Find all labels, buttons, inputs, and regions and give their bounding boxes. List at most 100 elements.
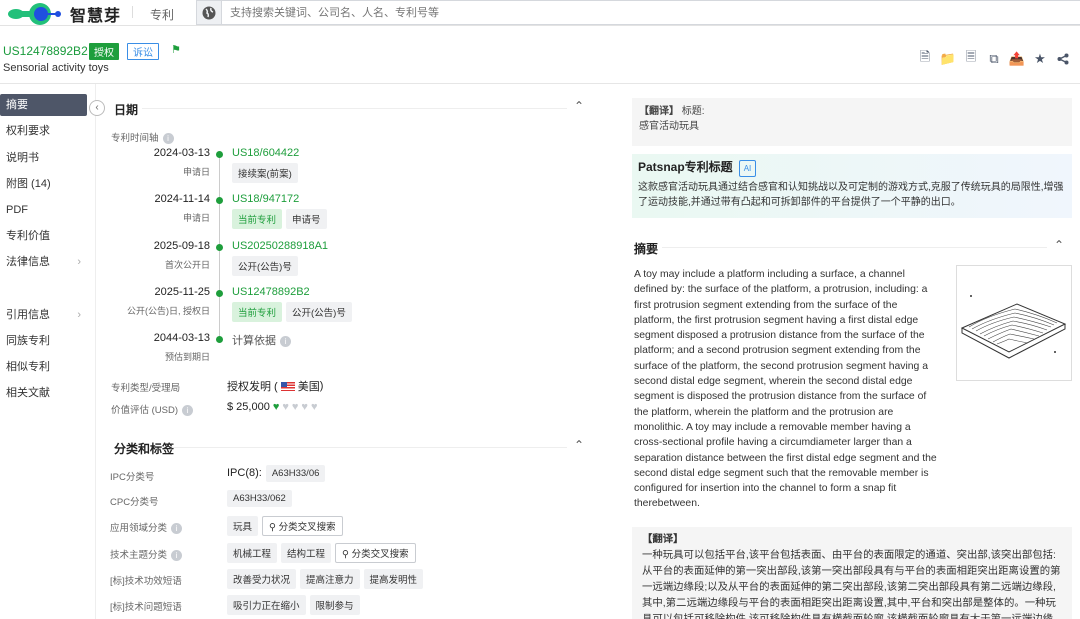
ipc-tag[interactable]: A63H33/06	[265, 465, 326, 482]
tag[interactable]: 吸引力正在缩小	[227, 595, 306, 615]
sidebar-item-related[interactable]: 相关文献	[0, 382, 87, 404]
sidebar-item-label: 说明书	[6, 152, 39, 164]
sidebar-item-legal[interactable]: 法律信息 ›	[0, 251, 87, 273]
tag[interactable]: 提高注意力	[300, 569, 360, 589]
timeline-dot	[216, 290, 223, 297]
sidebar-item-citations[interactable]: 引用信息 ›	[0, 304, 87, 326]
sidebar-item-abstract[interactable]: 摘要	[0, 94, 87, 116]
timeline-tags: 当前专利 申请号	[232, 209, 331, 229]
timeline-number[interactable]: US18/604422	[232, 147, 299, 159]
ai-title-heading: Patsnap专利标题	[638, 160, 733, 175]
ipc-prefix: IPC(8):	[227, 467, 262, 479]
section-title-dates: 日期	[114, 103, 139, 117]
cpc-tag[interactable]: A63H33/062	[227, 490, 292, 507]
timeline-tags: 接续案(前案)	[232, 163, 302, 183]
value-label-text: 价值评估 (USD)	[111, 405, 179, 416]
application-field-row: 应用领域分类 i 玩具 ⚲ 分类交叉搜索	[110, 516, 590, 536]
sidebar-item-claims[interactable]: 权利要求	[0, 120, 87, 142]
sidebar-item-similar[interactable]: 相似专利	[0, 356, 87, 378]
flag-icon[interactable]: ⚑	[171, 43, 181, 56]
calc-basis[interactable]: 计算依据 i	[232, 332, 291, 348]
cpc-row: CPC分类号 A63H33/062	[110, 490, 590, 510]
patent-type-text: 授权发明 (	[227, 381, 278, 393]
globe-icon[interactable]	[196, 0, 222, 25]
sidebar-item-label: PDF	[6, 204, 28, 216]
timeline-number[interactable]: US12478892B2	[232, 286, 310, 298]
row-label: IPC分类号	[110, 472, 155, 483]
timeline-date: 2025-09-18	[153, 240, 210, 252]
timeline-date: 2024-03-13	[153, 147, 210, 159]
value-rating: ♥ ♥ ♥ ♥ ♥	[270, 401, 318, 413]
chevron-right-icon: ›	[77, 256, 81, 268]
sidebar-item-value[interactable]: 专利价值	[0, 225, 87, 247]
timeline-label: 专利时间轴 i	[111, 130, 174, 144]
copy-icon[interactable]: ⧉	[987, 51, 1001, 66]
sidebar-item-pdf[interactable]: PDF	[0, 199, 87, 221]
section-title-abstract: 摘要	[634, 242, 659, 256]
tag[interactable]: 改善受力状况	[227, 569, 297, 589]
patent-number[interactable]: US12478892B2	[3, 44, 88, 58]
brand-logo[interactable]: 智慧芽	[8, 2, 121, 26]
abstract-translation: 【翻译】 一种玩具可以包括平台,该平台包括表面、由平台的表面限定的通道、突出部,…	[632, 527, 1072, 619]
info-icon[interactable]: i	[280, 335, 291, 347]
info-icon[interactable]: i	[171, 549, 183, 561]
share-folder-icon[interactable]: 📤	[1009, 51, 1025, 66]
star-icon[interactable]: ★	[1033, 51, 1047, 66]
ai-title-text: 这款感官活动玩具通过结合感官和认知挑战以及可定制的游戏方式,克服了传统玩具的局限…	[638, 182, 1064, 208]
sidebar-item-label: 权利要求	[6, 125, 50, 137]
us-flag-icon	[280, 381, 295, 391]
rating-heart-icon: ♥	[301, 401, 308, 413]
timeline-dot	[216, 336, 223, 343]
search-input[interactable]	[222, 0, 1080, 25]
search-icon: ⚲	[269, 522, 279, 533]
timeline-date: 2044-03-13	[153, 332, 210, 344]
sidebar-item-label: 同族专利	[6, 335, 50, 347]
timeline-date: 2025-11-25	[154, 286, 210, 298]
calc-basis-text: 计算依据	[232, 335, 276, 347]
share-icon[interactable]	[1056, 52, 1070, 66]
tag[interactable]: 机械工程	[227, 543, 278, 563]
cross-search-button[interactable]: ⚲ 分类交叉搜索	[335, 543, 416, 563]
tag[interactable]: 结构工程	[281, 543, 332, 563]
tag[interactable]: 限制参与	[309, 595, 360, 615]
pdf-download-icon[interactable]: 🗎	[918, 49, 932, 66]
title-translation: 【翻译】 标题: 感官活动玩具	[632, 98, 1072, 146]
abstract-drawing[interactable]	[956, 265, 1072, 381]
sidebar-item-drawings[interactable]: 附图 (14)	[0, 173, 87, 195]
sidebar-item-description[interactable]: 说明书	[0, 147, 87, 169]
info-icon[interactable]: i	[171, 522, 183, 534]
row-label: [标]技术功效短语	[110, 576, 182, 587]
litigation-badge[interactable]: 诉讼	[127, 43, 159, 60]
section-title-classification: 分类和标签	[114, 442, 175, 456]
collapse-sidebar-button[interactable]: ‹	[89, 100, 105, 116]
folder-icon[interactable]: 📁	[940, 51, 956, 66]
cross-search-button[interactable]: ⚲ 分类交叉搜索	[262, 516, 343, 536]
brand-name: 智慧芽	[70, 8, 122, 25]
timeline-number[interactable]: US18/947172	[232, 193, 299, 205]
timeline-label-text: 专利时间轴	[111, 133, 159, 144]
collapse-dates-icon[interactable]: ⌃	[574, 99, 584, 113]
tag[interactable]: 玩具	[227, 516, 259, 536]
row-label: CPC分类号	[110, 497, 159, 508]
divider	[132, 6, 133, 18]
chevron-right-icon: ›	[77, 309, 81, 321]
nav-patent[interactable]: 专利	[150, 6, 174, 23]
sidebar-item-label: 附图 (14)	[6, 178, 51, 190]
sidebar-item-family[interactable]: 同族专利	[0, 330, 87, 352]
timeline-number[interactable]: US20250288918A1	[232, 240, 328, 252]
tech-effect-row: [标]技术功效短语 改善受力状况 提高注意力 提高发明性	[110, 569, 590, 589]
info-icon[interactable]: i	[162, 132, 174, 144]
sidebar-item-label: 相似专利	[6, 361, 50, 373]
country: 美国	[297, 381, 320, 393]
row-label: 技术主题分类	[110, 550, 168, 561]
collapse-classification-icon[interactable]: ⌃	[574, 438, 584, 452]
patent-title: Sensorial activity toys	[3, 62, 109, 74]
timeline-date: 2024-11-14	[154, 193, 210, 205]
action-toolbar: 🗎 📁 🗏 ⧉ 📤 ★	[918, 49, 1070, 66]
row-label: 应用领域分类	[110, 523, 168, 534]
export-icon[interactable]: 🗏	[964, 49, 978, 66]
tag[interactable]: 提高发明性	[363, 569, 424, 589]
value-estimate: $ 25,000 ♥ ♥ ♥ ♥ ♥	[227, 401, 317, 413]
info-icon[interactable]: i	[182, 404, 194, 416]
collapse-abstract-icon[interactable]: ⌃	[1054, 238, 1064, 252]
